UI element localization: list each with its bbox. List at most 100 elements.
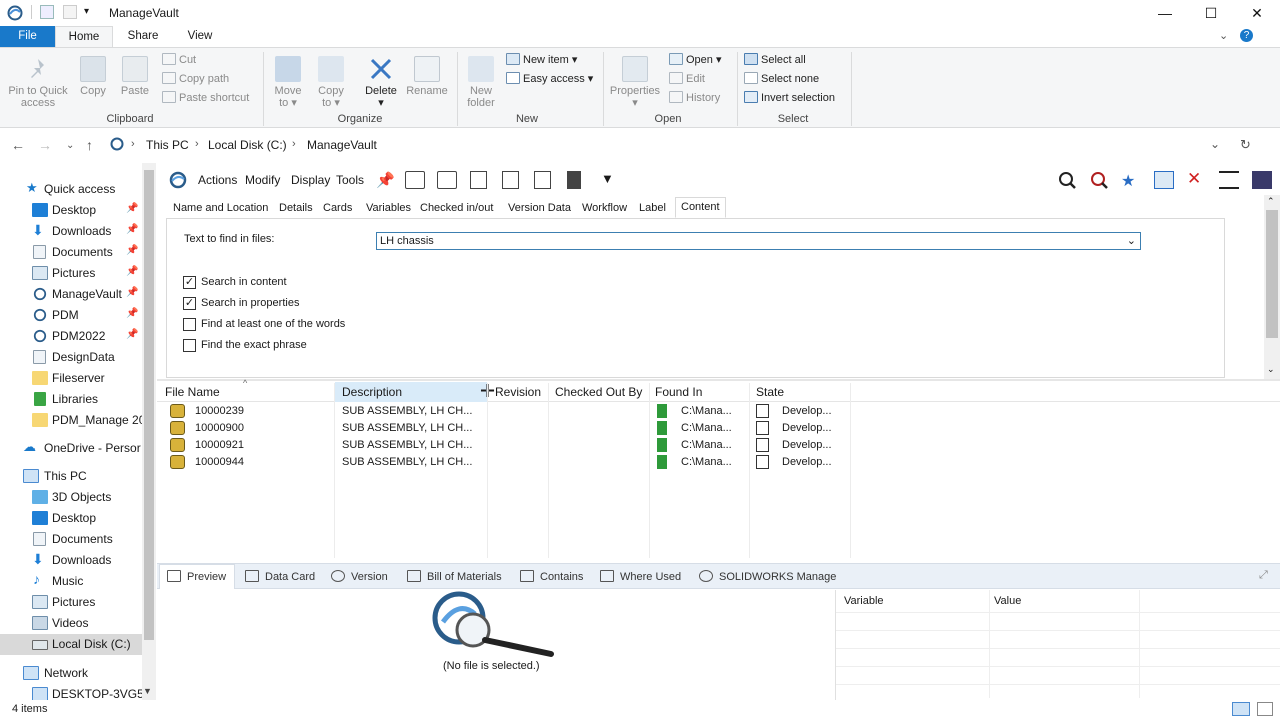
tab-file[interactable]: File — [0, 26, 55, 47]
menu-tools[interactable]: Tools — [336, 173, 364, 187]
select-all-button[interactable]: Select all — [744, 51, 806, 69]
tab-details[interactable]: Details — [274, 199, 318, 218]
new-item-button[interactable]: New item ▾ — [506, 51, 577, 69]
minimize-button[interactable]: — — [1142, 0, 1188, 26]
export-icon[interactable] — [1154, 171, 1174, 189]
nav-scroll-down-icon[interactable]: ▼ — [143, 686, 152, 696]
text-to-find-input[interactable]: LH chassis ⌄ — [376, 232, 1141, 250]
search-in-content-checkbox[interactable]: ✓ — [183, 276, 196, 289]
table-row[interactable]: 10000921 SUB ASSEMBLY, LH CH... C:\Mana.… — [157, 437, 857, 454]
pane-splitter[interactable] — [157, 379, 1280, 381]
breadcrumb-local-disk[interactable]: Local Disk (C:) — [208, 138, 287, 152]
bookmark-icon[interactable] — [567, 171, 581, 189]
tab-workflow[interactable]: Workflow — [577, 199, 632, 218]
column-file-name[interactable]: File Name — [165, 385, 220, 399]
tab-version-data[interactable]: Version Data — [503, 199, 576, 218]
open-button[interactable]: Open ▾ — [669, 51, 722, 69]
column-found-in[interactable]: Found In — [655, 385, 702, 399]
nav-item-network[interactable]: Network — [0, 663, 155, 684]
expand-ribbon-icon[interactable]: ⌄ — [1219, 29, 1228, 42]
properties-quick-icon[interactable] — [40, 5, 54, 19]
new-folder-quick-icon[interactable] — [63, 5, 77, 19]
address-dropdown-icon[interactable]: ⌄ — [1210, 137, 1220, 151]
tab-home[interactable]: Home — [55, 26, 113, 47]
nav-item-pdm[interactable]: PDM 📌 — [0, 305, 155, 326]
maximize-button[interactable]: ☐ — [1188, 0, 1234, 26]
nav-item-pdm2022[interactable]: PDM2022 📌 — [0, 326, 155, 347]
tab-view[interactable]: View — [175, 26, 225, 47]
table-row[interactable]: 10000239 SUB ASSEMBLY, LH CH... C:\Mana.… — [157, 403, 857, 420]
change-state-icon[interactable] — [534, 171, 551, 189]
refresh-icon[interactable]: ↻ — [1240, 137, 1251, 153]
nav-item-pictures-pc[interactable]: Pictures — [0, 592, 155, 613]
breadcrumb-managevault[interactable]: ManageVault — [307, 138, 377, 152]
paste-shortcut-button[interactable]: Paste shortcut — [162, 89, 249, 107]
menu-modify[interactable]: Modify — [245, 173, 280, 187]
copy-tree-icon[interactable] — [470, 171, 487, 189]
tab-version[interactable]: Version — [331, 570, 388, 583]
tab-contains[interactable]: Contains — [520, 570, 583, 583]
forward-arrow-icon[interactable]: → — [38, 137, 52, 153]
tab-name-and-location[interactable]: Name and Location — [168, 199, 273, 218]
table-row[interactable]: 10000944 SUB ASSEMBLY, LH CH... C:\Mana.… — [157, 454, 857, 471]
get-latest-icon[interactable] — [502, 171, 519, 189]
nav-item-documents-pc[interactable]: Documents — [0, 529, 155, 550]
pin-toolbar-icon[interactable]: 📌 — [376, 171, 396, 189]
nav-item-quick-access[interactable]: ★ Quick access — [0, 179, 155, 200]
nav-item-documents[interactable]: Documents 📌 — [0, 242, 155, 263]
cut-button[interactable]: Cut — [162, 51, 196, 69]
search-results-icon[interactable] — [1089, 171, 1109, 189]
copy-to-button[interactable]: Copy to ▾ — [313, 56, 349, 109]
nav-item-desktop[interactable]: Desktop 📌 — [0, 200, 155, 221]
nav-item-pdm-manage[interactable]: PDM_Manage 20 — [0, 410, 155, 431]
nav-item-managevault[interactable]: ManageVault 📌 — [0, 284, 155, 305]
nav-item-pictures[interactable]: Pictures 📌 — [0, 263, 155, 284]
tab-share[interactable]: Share — [118, 26, 168, 47]
nav-item-designdata[interactable]: DesignData — [0, 347, 155, 368]
nav-item-downloads[interactable]: ⬇ Downloads 📌 — [0, 221, 155, 242]
scroll-down-icon[interactable]: ⌄ — [1267, 364, 1275, 375]
invert-selection-button[interactable]: Invert selection — [744, 89, 835, 107]
tab-bill-of-materials[interactable]: Bill of Materials — [407, 570, 502, 583]
column-description[interactable]: Description — [342, 385, 402, 399]
nav-item-this-pc[interactable]: This PC — [0, 466, 155, 487]
large-icons-view-icon[interactable] — [1257, 702, 1273, 716]
recent-locations-icon[interactable]: ⌄ — [66, 140, 74, 151]
nav-item-downloads-pc[interactable]: ⬇ Downloads — [0, 550, 155, 571]
nav-item-desktop-pc[interactable]: Desktop — [0, 508, 155, 529]
details-view-icon[interactable] — [1232, 702, 1250, 716]
tab-data-card[interactable]: Data Card — [245, 570, 315, 583]
close-button[interactable]: ✕ — [1234, 0, 1280, 26]
properties-button[interactable]: Properties ▾ — [607, 56, 663, 109]
column-checked-out-by[interactable]: Checked Out By — [555, 385, 642, 399]
edit-button[interactable]: Edit — [669, 70, 705, 88]
new-folder-button[interactable]: New folder — [462, 56, 500, 109]
search-icon[interactable] — [1057, 171, 1077, 189]
tab-cards[interactable]: Cards — [318, 199, 357, 218]
menu-actions[interactable]: Actions — [198, 173, 237, 187]
scroll-up-icon[interactable]: ⌃ — [1267, 196, 1275, 207]
nav-scrollbar-thumb[interactable] — [144, 170, 154, 640]
chevron-down-icon[interactable]: ⌄ — [1127, 233, 1136, 249]
tab-content[interactable]: Content — [675, 197, 726, 218]
select-none-button[interactable]: Select none — [744, 70, 819, 88]
up-arrow-icon[interactable]: ↑ — [86, 137, 93, 153]
find-any-word-checkbox[interactable] — [183, 318, 196, 331]
clear-search-x-icon[interactable]: ✕ — [1187, 169, 1207, 188]
tab-checked-in-out[interactable]: Checked in/out — [415, 199, 498, 218]
search-options-icon[interactable] — [1219, 171, 1239, 189]
check-out-icon[interactable] — [405, 171, 425, 189]
vault-search-icon[interactable] — [168, 171, 188, 189]
pin-to-quick-access-button[interactable]: Pin to Quick access — [4, 56, 72, 109]
search-in-properties-checkbox[interactable]: ✓ — [183, 297, 196, 310]
column-revision[interactable]: Revision — [495, 385, 541, 399]
nav-item-music[interactable]: ♪ Music — [0, 571, 155, 592]
breadcrumb-this-pc[interactable]: This PC — [146, 138, 189, 152]
easy-access-button[interactable]: Easy access ▾ — [506, 70, 593, 88]
favorite-star-icon[interactable]: ★ — [1121, 171, 1141, 190]
more-dropdown-icon[interactable]: ▼ — [601, 171, 621, 189]
customize-quick-access-icon[interactable]: ▾ — [84, 6, 89, 17]
nav-item-local-disk[interactable]: Local Disk (C:) — [0, 634, 142, 655]
nav-item-onedrive[interactable]: ☁ OneDrive - Persor — [0, 438, 155, 459]
history-button[interactable]: History — [669, 89, 720, 107]
